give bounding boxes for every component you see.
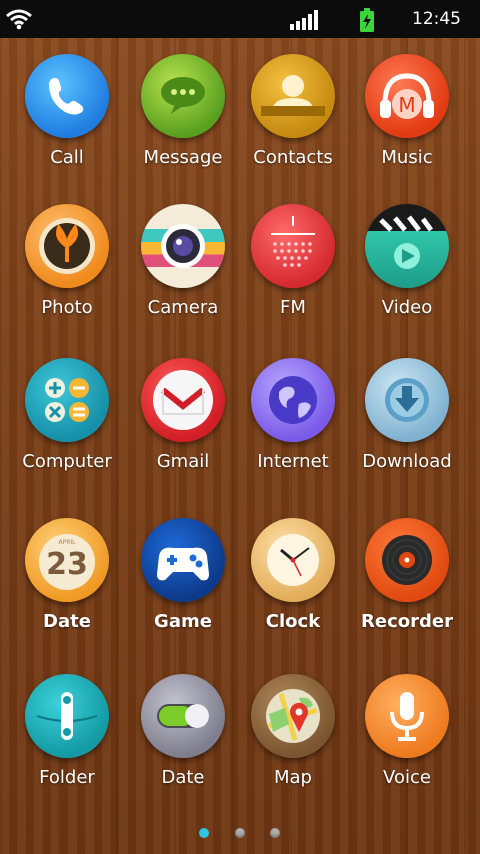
calculator-icon — [25, 358, 109, 442]
app-label: FM — [280, 297, 306, 318]
app-recorder[interactable]: Recorder — [352, 518, 462, 632]
app-label: Map — [274, 767, 312, 788]
app-folder[interactable]: Folder — [12, 674, 122, 788]
calendar-day: 23 — [46, 547, 88, 582]
page-indicator — [0, 828, 480, 842]
calendar-icon: APRIL 23 — [25, 518, 109, 602]
gmail-icon — [141, 358, 225, 442]
page-dot-3[interactable] — [270, 828, 280, 838]
camera-icon — [141, 204, 225, 288]
app-label: Recorder — [361, 611, 453, 632]
folder-icon — [25, 674, 109, 758]
app-label: Folder — [39, 767, 95, 788]
page-dot-2[interactable] — [235, 828, 245, 838]
app-label: Date — [43, 611, 91, 632]
globe-icon — [251, 358, 335, 442]
map-icon — [251, 674, 335, 758]
music-glyph: M — [398, 93, 415, 117]
app-photo[interactable]: Photo — [12, 204, 122, 318]
music-icon: M — [365, 54, 449, 138]
clock-icon — [251, 518, 335, 602]
app-clock[interactable]: Clock — [238, 518, 348, 632]
app-fm[interactable]: FM — [238, 204, 348, 318]
app-gmail[interactable]: Gmail — [128, 358, 238, 472]
app-grid: Call Message Contacts M Music Photo Came… — [0, 0, 480, 854]
message-icon — [141, 54, 225, 138]
app-label: Download — [362, 451, 452, 472]
app-camera[interactable]: Camera — [128, 204, 238, 318]
toggle-icon — [141, 674, 225, 758]
app-computer[interactable]: Computer — [12, 358, 122, 472]
app-internet[interactable]: Internet — [238, 358, 348, 472]
app-label: Camera — [147, 297, 219, 318]
app-download[interactable]: Download — [352, 358, 462, 472]
app-label: Music — [381, 147, 433, 168]
app-contacts[interactable]: Contacts — [238, 54, 348, 168]
microphone-icon — [365, 674, 449, 758]
contacts-icon — [251, 54, 335, 138]
app-date-toggle[interactable]: Date — [128, 674, 238, 788]
app-label: Gmail — [156, 451, 210, 472]
download-icon — [365, 358, 449, 442]
app-music[interactable]: M Music — [352, 54, 462, 168]
photo-icon — [25, 204, 109, 288]
app-label: Call — [50, 147, 84, 168]
gamepad-icon — [141, 518, 225, 602]
app-label: Game — [154, 611, 212, 632]
app-video[interactable]: Video — [352, 204, 462, 318]
app-label: Message — [143, 147, 223, 168]
fm-radio-icon — [251, 204, 335, 288]
app-map[interactable]: Map — [238, 674, 348, 788]
page-dot-1[interactable] — [199, 828, 209, 838]
app-label: Video — [381, 297, 433, 318]
app-label: Voice — [383, 767, 431, 788]
app-label: Date — [161, 767, 205, 788]
app-label: Computer — [22, 451, 112, 472]
app-call[interactable]: Call — [12, 54, 122, 168]
app-label: Internet — [257, 451, 329, 472]
video-icon — [365, 204, 449, 288]
app-date-calendar[interactable]: APRIL 23 Date — [12, 518, 122, 632]
app-label: Photo — [41, 297, 93, 318]
app-game[interactable]: Game — [128, 518, 238, 632]
app-label: Clock — [265, 611, 321, 632]
phone-icon — [25, 54, 109, 138]
app-voice[interactable]: Voice — [352, 674, 462, 788]
app-label: Contacts — [253, 147, 333, 168]
app-message[interactable]: Message — [128, 54, 238, 168]
calendar-month: APRIL — [58, 539, 76, 546]
recorder-icon — [365, 518, 449, 602]
